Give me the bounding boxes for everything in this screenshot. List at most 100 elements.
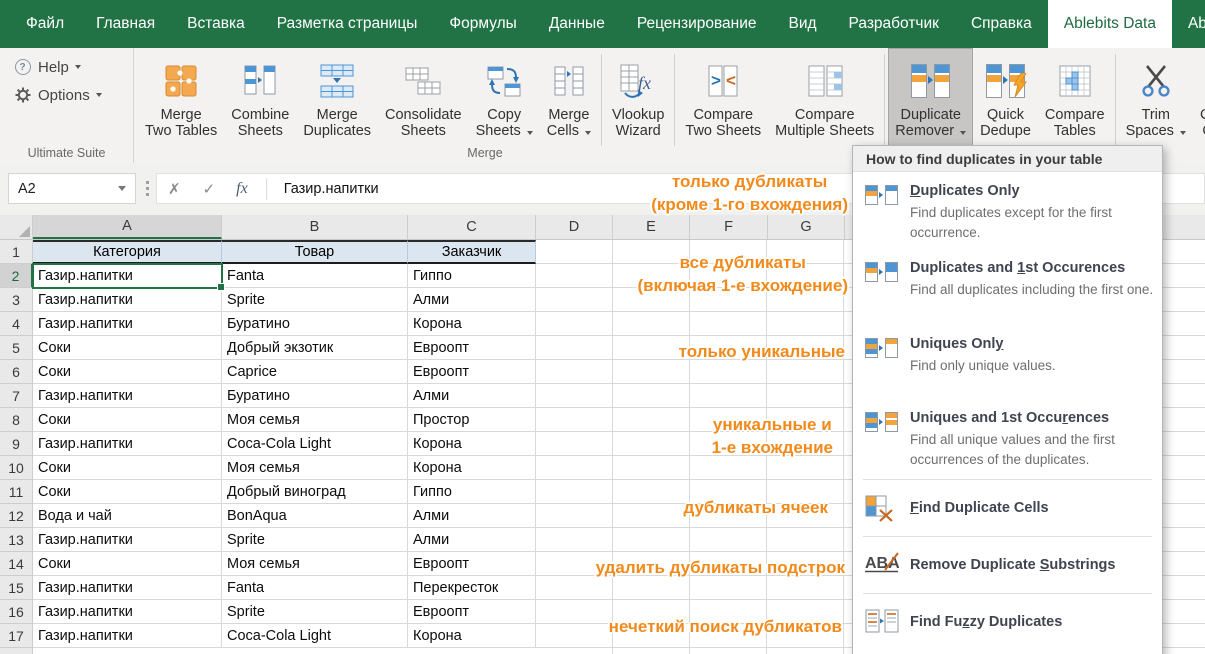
menu-item-duplicates-only[interactable]: Duplicates Only Find duplicates except f… [853,172,1162,249]
cell[interactable]: Добрый экзотик [222,336,408,360]
cell[interactable]: Алми [408,288,536,312]
menu-item-find-fuzzy-duplicates[interactable]: Find Fuzzy Duplicates [853,594,1162,650]
combine-sheets-button[interactable]: Combine Sheets [225,50,295,139]
row-header[interactable]: 12 [0,504,33,528]
cell[interactable]: Соки [33,360,222,384]
cell[interactable]: Евроопт [408,336,536,360]
menu-item-remove-duplicate-substrings[interactable]: ABA Remove Duplicate Substrings [853,537,1162,593]
cell[interactable]: Fanta [222,264,408,288]
cell[interactable]: Евроопт [408,360,536,384]
cell[interactable]: Простор [408,408,536,432]
compare-tables-button[interactable]: Compare Tables [1039,50,1111,139]
cell[interactable]: Газир.напитки [33,288,222,312]
row-header[interactable]: 13 [0,528,33,552]
tab-formulas[interactable]: Формулы [433,0,532,48]
cell[interactable]: Корона [408,624,536,648]
cell[interactable]: Газир.напитки [33,624,222,648]
consolidate-sheets-button[interactable]: Consolidate Sheets [379,50,468,139]
cell[interactable]: Соки [33,480,222,504]
tab-data[interactable]: Данные [533,0,621,48]
tab-review[interactable]: Рецензирование [621,0,773,48]
row-header[interactable]: 4 [0,312,33,336]
column-header-d[interactable]: D [536,215,613,239]
merge-cells-button[interactable]: Merge Cells [541,50,597,139]
options-button[interactable]: Options [14,84,102,106]
column-header-f[interactable]: F [690,215,768,239]
cell[interactable]: Соки [33,336,222,360]
insert-function-icon[interactable]: fx [226,180,258,198]
compare-two-sheets-button[interactable]: >< Compare Two Sheets [679,50,767,139]
cell[interactable]: Газир.напитки [33,600,222,624]
cell[interactable]: Газир.напитки [33,264,222,288]
row-header[interactable]: 16 [0,600,33,624]
cell[interactable]: Газир.напитки [33,576,222,600]
row-header[interactable]: 1 [0,240,33,264]
cell[interactable]: Алми [408,528,536,552]
cell[interactable]: Вода и чай [33,504,222,528]
cell[interactable]: Газир.напитки [33,528,222,552]
change-case-button[interactable]: Aa Change Case [1194,50,1205,139]
cell[interactable]: Корона [408,456,536,480]
tab-ablebits-data[interactable]: Ablebits Data [1048,0,1172,48]
row-header[interactable]: 7 [0,384,33,408]
cell[interactable]: Евроопт [408,600,536,624]
row-header[interactable]: 2 [0,264,33,288]
menu-item-uniques-and-1st-occurences[interactable]: Uniques and 1st Occurences Find all uniq… [853,399,1162,479]
tab-help[interactable]: Справка [955,0,1048,48]
merge-two-tables-button[interactable]: Merge Two Tables [139,50,223,139]
tab-developer[interactable]: Разработчик [833,0,955,48]
copy-sheets-button[interactable]: Copy Sheets [470,50,539,139]
cell[interactable]: Соки [33,408,222,432]
cell[interactable]: Sprite [222,288,408,312]
row-header[interactable]: 5 [0,336,33,360]
tab-home[interactable]: Главная [80,0,171,48]
help-button[interactable]: ? Help [14,56,81,78]
column-header-e[interactable]: E [613,215,690,239]
cell[interactable]: Моя семья [222,456,408,480]
cell[interactable]: Fanta [222,576,408,600]
name-box[interactable]: A2 [8,173,136,204]
row-header[interactable]: 15 [0,576,33,600]
row-header[interactable]: 9 [0,432,33,456]
column-header-g[interactable]: G [768,215,845,239]
vlookup-wizard-button[interactable]: fx Vlookup Wizard [606,50,670,139]
name-box-dropdown-icon[interactable] [118,186,126,191]
cancel-icon[interactable]: ✗ [157,180,192,198]
cell[interactable]: Coca-Cola Light [222,432,408,456]
cell[interactable]: Газир.напитки [33,312,222,336]
cell[interactable]: Алми [408,504,536,528]
cell[interactable]: Товар [222,240,408,264]
row-header[interactable]: 3 [0,288,33,312]
cell[interactable]: Заказчик [408,240,536,264]
trim-spaces-button[interactable]: Trim Spaces [1120,50,1192,139]
select-all-corner[interactable] [0,215,33,239]
cell[interactable]: Coca-Cola Light [222,624,408,648]
cell[interactable]: Корона [408,432,536,456]
tab-page-layout[interactable]: Разметка страницы [261,0,434,48]
menu-item-uniques-only[interactable]: Uniques Only Find only unique values. [853,325,1162,399]
tab-file[interactable]: Файл [10,0,80,48]
cell[interactable]: Соки [33,456,222,480]
cell[interactable]: BonAqua [222,504,408,528]
cell[interactable]: Газир.напитки [33,432,222,456]
formula-bar-grip[interactable] [146,181,149,196]
cell[interactable]: Газир.напитки [33,384,222,408]
column-header-a[interactable]: A [33,215,222,239]
cell[interactable]: Буратино [222,312,408,336]
row-header[interactable]: 8 [0,408,33,432]
row-header[interactable]: 11 [0,480,33,504]
cell[interactable]: Sprite [222,528,408,552]
cell[interactable]: Моя семья [222,552,408,576]
cell[interactable]: Гиппо [408,264,536,288]
formula-text[interactable]: Газир.напитки [275,181,379,197]
cell[interactable]: Моя семья [222,408,408,432]
menu-item-duplicates-and-1st-occurences[interactable]: Duplicates and 1st Occurences Find all d… [853,249,1162,325]
cell[interactable]: Добрый виноград [222,480,408,504]
menu-item-find-duplicate-cells[interactable]: Find Duplicate Cells [853,480,1162,536]
column-header-c[interactable]: C [408,215,536,239]
cell[interactable]: Соки [33,552,222,576]
cell[interactable]: Корона [408,312,536,336]
compare-multiple-sheets-button[interactable]: Compare Multiple Sheets [769,50,880,139]
column-header-b[interactable]: B [222,215,408,239]
cell[interactable]: Гиппо [408,480,536,504]
